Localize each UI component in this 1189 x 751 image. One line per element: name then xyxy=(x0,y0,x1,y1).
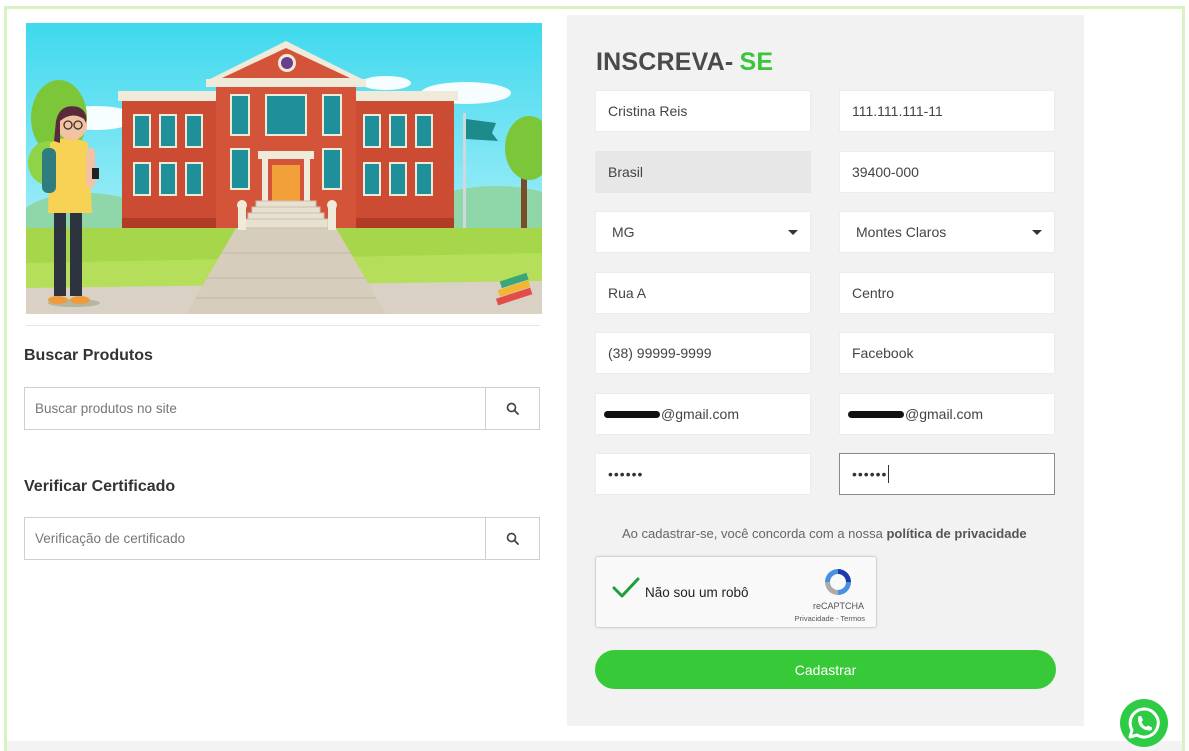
country-value: Brasil xyxy=(608,164,644,180)
verify-certificate-input[interactable] xyxy=(25,518,485,559)
confirm-email-value: @gmail.com xyxy=(905,406,984,422)
confirm-email-field[interactable]: @gmail.com xyxy=(839,393,1055,435)
password-value: •••••• xyxy=(608,466,644,482)
chevron-down-icon xyxy=(1032,229,1042,235)
source-field[interactable]: Facebook xyxy=(839,332,1055,374)
name-field[interactable]: Cristina Reis xyxy=(595,90,811,132)
search-icon xyxy=(506,532,519,545)
submit-button[interactable]: Cadastrar xyxy=(595,650,1056,689)
source-value: Facebook xyxy=(852,345,914,361)
signup-panel: INSCREVA- SE Cristina Reis 111.111.111-11… xyxy=(567,15,1084,726)
search-products-input[interactable] xyxy=(25,388,485,429)
recaptcha-links: Privacidade - Termos xyxy=(795,614,865,623)
recaptcha-terms-link[interactable]: Termos xyxy=(840,614,865,623)
signup-title-main: INSCREVA- xyxy=(596,48,734,76)
email-value: @gmail.com xyxy=(661,406,740,422)
recaptcha-privacy-link[interactable]: Privacidade xyxy=(795,614,834,623)
password-field[interactable]: •••••• xyxy=(595,453,811,495)
signup-title: INSCREVA- SE xyxy=(596,48,773,77)
name-value: Cristina Reis xyxy=(608,103,688,119)
cep-value: 39400-000 xyxy=(852,164,919,180)
confirm-password-value: •••••• xyxy=(852,466,888,482)
cpf-value: 111.111.111-11 xyxy=(852,103,943,119)
bottom-strip xyxy=(7,741,1182,751)
cep-field[interactable]: 39400-000 xyxy=(839,151,1055,193)
search-icon xyxy=(506,402,519,415)
whatsapp-icon xyxy=(1120,699,1168,747)
recaptcha-checkbox[interactable] xyxy=(612,577,640,604)
street-value: Rua A xyxy=(608,285,647,301)
recaptcha-label: Não sou um robô xyxy=(645,585,749,600)
state-value: MG xyxy=(612,224,635,240)
signup-title-accent: SE xyxy=(739,48,774,76)
whatsapp-button[interactable] xyxy=(1118,697,1170,749)
redaction-mark xyxy=(848,410,904,418)
state-select[interactable]: MG xyxy=(595,211,811,253)
phone-value: (38) 99999-9999 xyxy=(608,345,712,361)
recaptcha-brand: reCAPTCHA xyxy=(812,601,864,611)
city-select[interactable]: Montes Claros xyxy=(839,211,1055,253)
recaptcha-widget: Não sou um robô reCAPTCHA Privacidade - … xyxy=(595,556,877,628)
privacy-policy-link[interactable]: política de privacidade xyxy=(886,526,1026,541)
city-value: Montes Claros xyxy=(856,224,947,240)
search-products-button[interactable] xyxy=(485,388,539,429)
hero-divider xyxy=(26,325,540,326)
cpf-field[interactable]: 111.111.111-11 xyxy=(839,90,1055,132)
recaptcha-logo-icon xyxy=(822,566,854,603)
neighborhood-field[interactable]: Centro xyxy=(839,272,1055,314)
country-field: Brasil xyxy=(595,151,811,193)
phone-field[interactable]: (38) 99999-9999 xyxy=(595,332,811,374)
confirm-password-field[interactable]: •••••• xyxy=(839,453,1055,495)
search-products-group xyxy=(24,387,540,430)
search-products-title: Buscar Produtos xyxy=(24,347,153,364)
redaction-mark xyxy=(604,410,660,418)
email-field[interactable]: @gmail.com xyxy=(595,393,811,435)
text-cursor xyxy=(888,465,890,483)
street-field[interactable]: Rua A xyxy=(595,272,811,314)
verify-certificate-group xyxy=(24,517,540,560)
neighborhood-value: Centro xyxy=(852,285,895,301)
terms-text: Ao cadastrar-se, você concorda com a nos… xyxy=(622,526,1027,541)
chevron-down-icon xyxy=(788,229,798,235)
verify-certificate-title: Verificar Certificado xyxy=(24,478,176,495)
terms-prefix: Ao cadastrar-se, você concorda com a nos… xyxy=(622,526,883,541)
verify-certificate-button[interactable] xyxy=(485,518,539,559)
school-illustration xyxy=(26,23,542,314)
checkmark-icon xyxy=(612,577,640,598)
